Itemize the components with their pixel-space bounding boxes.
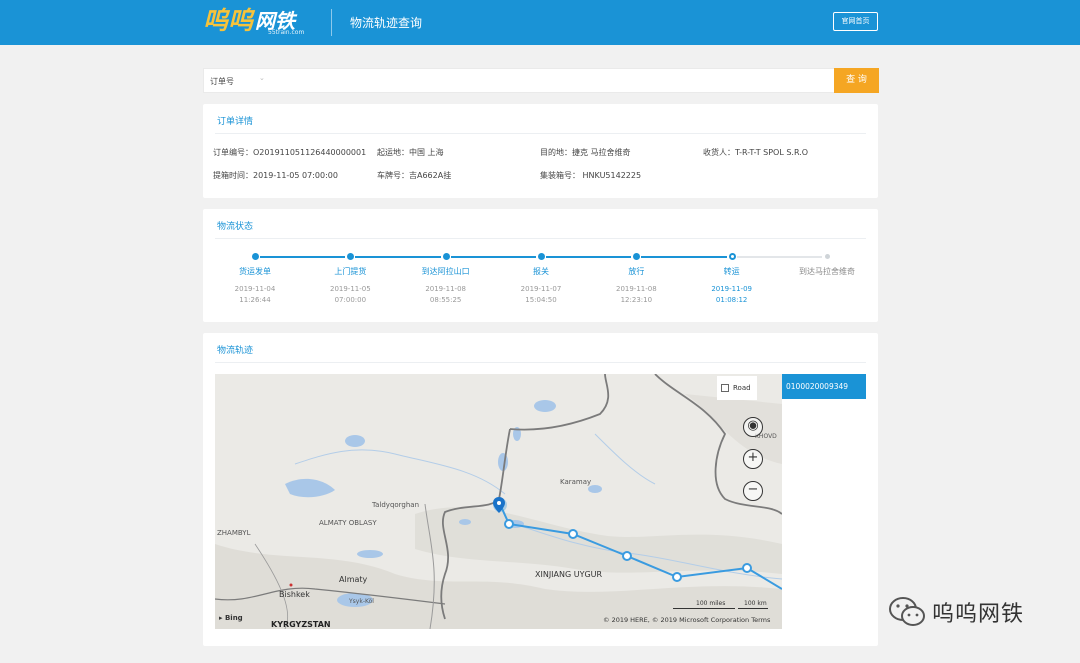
timeline-step-name: 到达马拉舍维奇 — [799, 267, 855, 276]
timeline-step-name: 货运发单 — [239, 267, 271, 276]
timeline-step-time: 2019-11-04 11:26:44 — [235, 284, 276, 306]
search-type-label[interactable]: 订单号 — [210, 76, 234, 87]
timeline-step-date: 2019-11-09 — [711, 285, 752, 293]
search-button[interactable]: 查 询 — [834, 68, 879, 93]
timeline-dot — [347, 253, 355, 260]
timeline-step-date: 2019-11-04 — [234, 285, 276, 293]
destination: 目的地：捷克 马拉舍维奇 — [540, 148, 631, 157]
timeline-step-name: 报关 — [533, 267, 549, 276]
map-label-zhambyl: ZHAMBYL — [217, 529, 251, 537]
status-title: 物流状态 — [217, 222, 254, 232]
header-divider — [331, 9, 332, 36]
route-point[interactable] — [742, 563, 752, 573]
zoom-out-icon[interactable]: − — [743, 481, 763, 501]
order-number-input[interactable] — [274, 72, 829, 89]
logo-mark: 呜呜 — [203, 6, 254, 35]
container-number: 集装箱号： HNKU5142225 — [540, 171, 642, 180]
timeline-dot — [442, 253, 450, 260]
route-point[interactable] — [504, 519, 514, 529]
timeline-step-name: 放行 — [628, 267, 645, 276]
timeline-dot — [538, 253, 545, 260]
watermark-text: 呜呜网铁 — [932, 602, 1025, 627]
map-label-taldyqorghan: Taldyqorghan — [372, 501, 420, 509]
timeline-step-time: 2019-11-07 15:04:50 — [521, 284, 562, 306]
order-number: 订单编号：O201911051126440000001 — [213, 148, 367, 157]
zoom-in-icon[interactable]: + — [743, 449, 763, 469]
timeline-dot — [825, 254, 830, 259]
timeline-step-name: 到达阿拉山口 — [421, 267, 470, 276]
timeline-segment — [450, 256, 536, 258]
map-style-button[interactable]: Road — [717, 376, 757, 400]
plate-number: 车牌号：吉A662A挂 — [377, 171, 452, 180]
wechat-icon — [888, 596, 926, 628]
timeline-step-clock: 12:23:10 — [620, 296, 653, 304]
timeline-step-time: 2019-11-08 12:23:10 — [616, 284, 657, 306]
timeline-dot — [252, 253, 259, 260]
timeline-step-date: 2019-11-08 — [425, 285, 466, 293]
order-details-panel: 订单详情 订单编号：O201911051126440000001 起运地：中国 … — [203, 104, 878, 198]
container-list: 0100020009349 — [782, 374, 866, 629]
container-item[interactable]: 0100020009349 — [782, 374, 866, 399]
divider — [215, 238, 866, 239]
map-style-label: Road — [733, 384, 751, 392]
divider — [215, 133, 866, 134]
timeline-segment — [260, 256, 346, 258]
timeline-segment — [546, 256, 632, 258]
top-header: 呜呜 网铁 55train.com 物流轨迹查询 官网首页 — [0, 0, 1080, 45]
order-search-bar: 订单号 ⌄ 查 询 — [203, 68, 879, 93]
timeline-segment — [641, 256, 727, 258]
timeline-dot — [728, 253, 736, 260]
pickup-time: 提箱时间：2019-11-05 07:00:00 — [213, 171, 338, 180]
route-point[interactable] — [568, 529, 578, 539]
route-map[interactable]: Taldyqorghan ALMATY OBLASY ZHAMBYL Almat… — [215, 374, 782, 629]
map-label-xinjiang: XINJIANG UYGUR — [535, 570, 603, 579]
bing-label: Bing — [224, 614, 243, 622]
order-details-title: 订单详情 — [217, 117, 254, 127]
logistics-status-panel: 物流状态 货运发单 2019-11-04 11:26:44 上门提货 2019-11-0… — [203, 209, 878, 322]
track-title: 物流轨迹 — [217, 346, 254, 356]
timeline-segment — [355, 256, 441, 258]
map-label-yssyk: Ysyk-Köl — [349, 598, 374, 605]
logistics-track-panel: 物流轨迹 Taldyqorghan ALMATY OBLASY ZHAMBYL … — [203, 333, 878, 646]
wechat-watermark: 呜呜网铁 — [888, 596, 1024, 628]
timeline-step-clock: 07:00:00 — [334, 296, 367, 304]
map-label-bishkek: Bishkek — [279, 590, 310, 599]
timeline-step-time: 2019-11-09 01:08:12 — [711, 284, 752, 306]
timeline-step-name: 上门提货 — [334, 267, 367, 276]
locate-icon[interactable]: ◉ — [743, 417, 763, 437]
timeline-step-date: 2019-11-08 — [615, 285, 657, 293]
consignee: 收货人：T-R-T-T SPOL S.R.O — [703, 148, 809, 157]
timeline-step-time: 2019-11-08 08:55:25 — [425, 284, 466, 306]
scale-bar-miles — [673, 608, 735, 609]
brand-logo[interactable]: 呜呜 网铁 55train.com — [203, 6, 304, 38]
scale-bar-km — [738, 608, 768, 609]
origin: 起运地：中国 上海 — [377, 148, 444, 157]
timeline-step-clock: 15:04:50 — [525, 296, 557, 304]
map-label-almaty-oblasy: ALMATY OBLASY — [319, 519, 377, 527]
timeline-dot — [633, 253, 641, 260]
chevron-down-icon[interactable]: ⌄ — [259, 74, 265, 82]
timeline-step-clock: 01:08:12 — [715, 296, 748, 304]
timeline-step-clock: 11:26:44 — [239, 296, 271, 304]
bing-logo: ▸ Bing — [219, 614, 243, 622]
map-label-almaty: Almaty — [339, 575, 368, 584]
map-copyright[interactable]: © 2019 HERE, © 2019 Microsoft Corporatio… — [603, 616, 770, 624]
page-title: 物流轨迹查询 — [350, 16, 423, 30]
map-label-karamay: Karamay — [560, 478, 592, 486]
map-style-icon — [721, 384, 729, 392]
map-label-kyrgyzstan: KYRGYZSTAN — [271, 620, 331, 629]
timeline-segment — [736, 256, 822, 258]
route-point[interactable] — [622, 551, 632, 561]
timeline-step-time: 2019-11-05 07:00:00 — [330, 284, 371, 306]
timeline-step-clock: 08:55:25 — [429, 296, 462, 304]
scale-km: 100 km — [744, 600, 767, 607]
home-button[interactable]: 官网首页 — [833, 12, 878, 31]
divider — [215, 362, 866, 363]
scale-miles: 100 miles — [696, 600, 726, 607]
route-point[interactable] — [672, 572, 682, 582]
timeline-step-date: 2019-11-07 — [520, 285, 562, 293]
logo-domain: 55train.com — [268, 29, 305, 36]
timeline-step-name: 转运 — [723, 267, 740, 276]
timeline-step-date: 2019-11-05 — [329, 285, 371, 293]
